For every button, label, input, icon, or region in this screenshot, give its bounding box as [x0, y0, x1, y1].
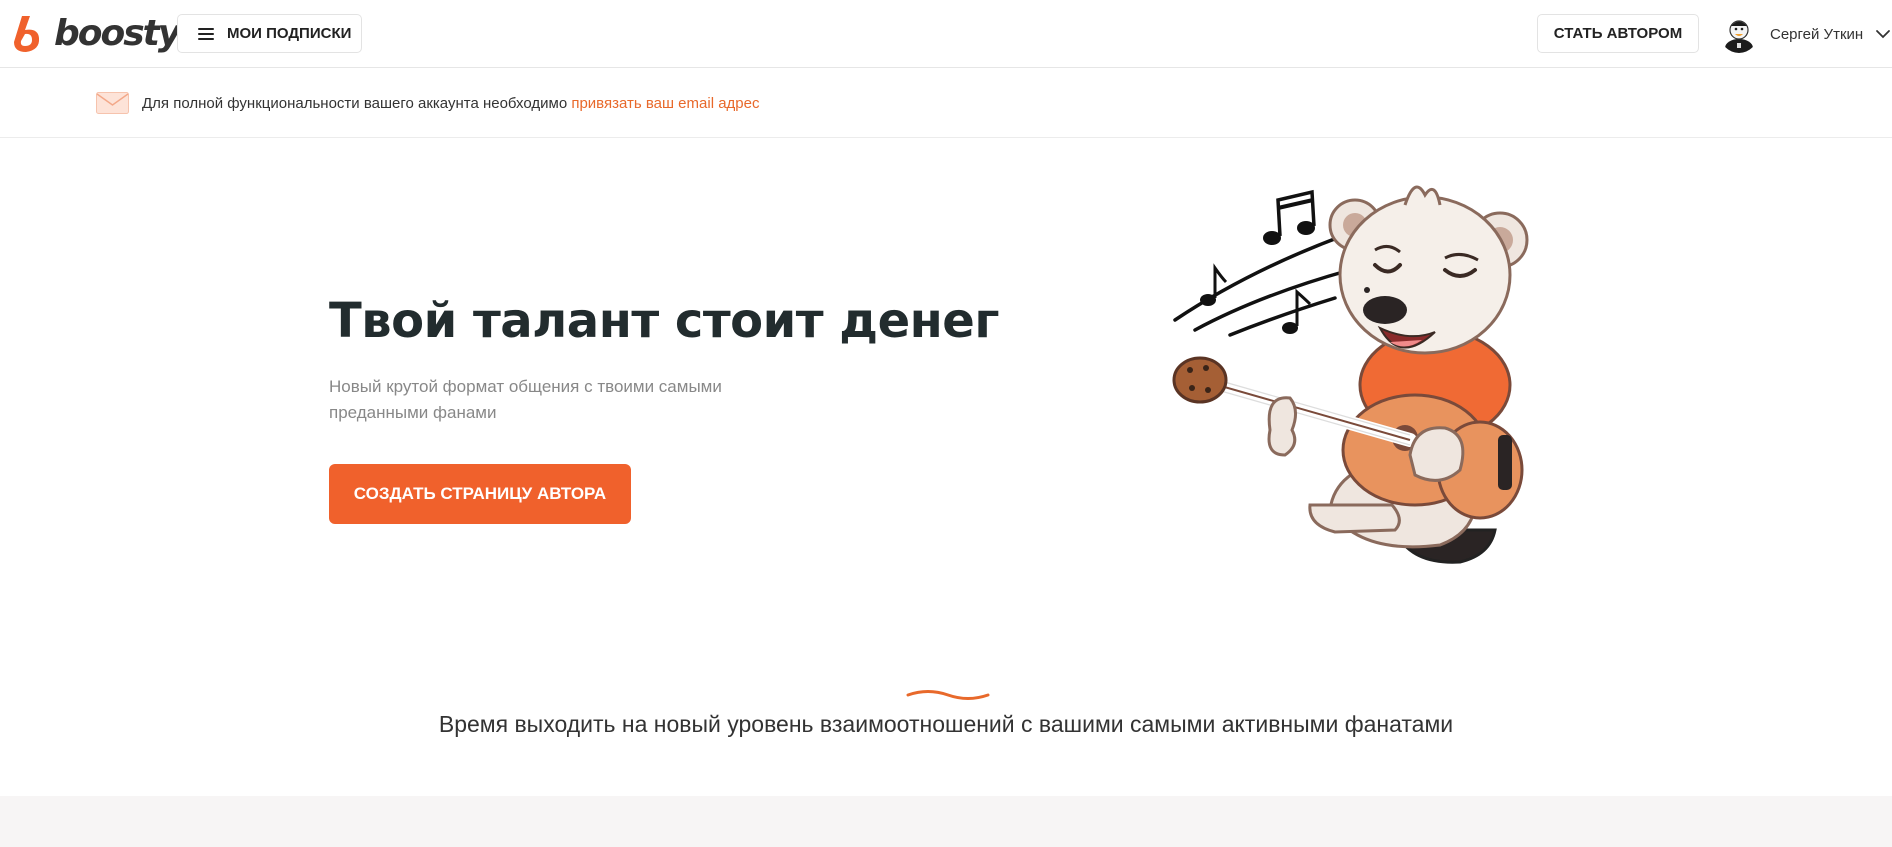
- mail-icon: [96, 92, 129, 114]
- my-subscriptions-label: МОИ ПОДПИСКИ: [227, 25, 352, 42]
- bear-guitar-illustration: [1172, 185, 1529, 564]
- boosty-logo[interactable]: boosty: [10, 13, 181, 54]
- menu-icon: [198, 27, 214, 40]
- bind-email-link[interactable]: привязать ваш email адрес: [571, 95, 759, 112]
- become-author-button[interactable]: СТАТЬ АВТОРОМ: [1537, 14, 1699, 53]
- boosty-logo-icon: [14, 16, 40, 52]
- hero-subtitle: Новый крутой формат общения с твоими сам…: [329, 377, 722, 422]
- top-header: boosty МОИ ПОДПИСКИ СТАТЬ АВТОРОМ Сергей…: [0, 0, 1892, 68]
- wave-divider-icon: [906, 690, 990, 700]
- email-notice-text: Для полной функциональности вашего аккау…: [142, 95, 759, 112]
- my-subscriptions-button[interactable]: МОИ ПОДПИСКИ: [177, 14, 362, 53]
- user-menu[interactable]: Сергей Уткин: [1720, 14, 1891, 54]
- user-name: Сергей Уткин: [1770, 25, 1864, 43]
- chevron-down-icon: [1876, 30, 1891, 39]
- create-author-page-button[interactable]: СОЗДАТЬ СТРАНИЦУ АВТОРА: [329, 464, 631, 524]
- avatar: [1720, 15, 1758, 53]
- tagline: Время выходить на новый уровень взаимоот…: [438, 711, 1454, 737]
- logo-text: boosty: [54, 13, 181, 54]
- hero-title: Твой талант стоит денег: [329, 293, 999, 349]
- notice-message: Для полной функциональности вашего аккау…: [142, 95, 568, 112]
- email-notice-bar: Для полной функциональности вашего аккау…: [0, 68, 1892, 138]
- footer-band: [0, 796, 1892, 847]
